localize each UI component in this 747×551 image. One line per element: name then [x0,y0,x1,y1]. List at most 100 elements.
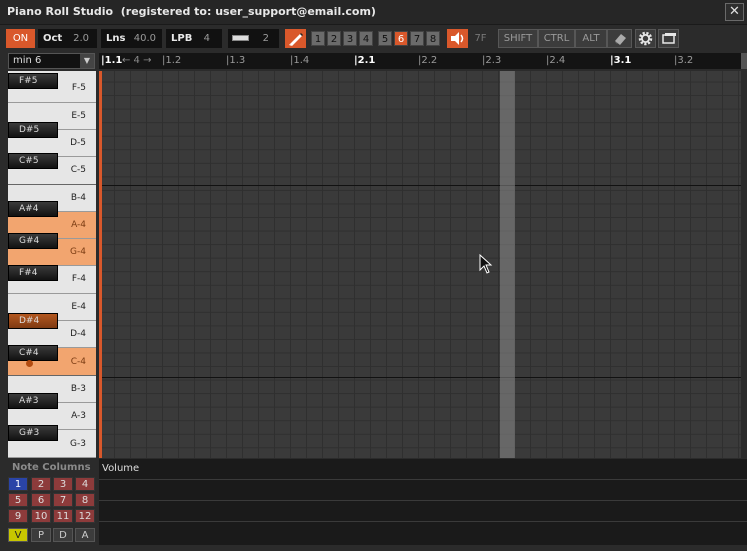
shift-modifier-button[interactable]: SHIFT [498,29,538,48]
note-column-button[interactable]: 3 [53,477,73,491]
note-column-button[interactable]: 10 [31,509,51,523]
piano-key-black[interactable]: F#5 [8,73,58,89]
note-column-button[interactable]: 4 [75,477,95,491]
pattern-number-button[interactable]: 4 [359,31,373,46]
piano-key-black[interactable]: G#3 [8,425,58,441]
loop-length-marker[interactable]: ← 4 → [122,55,151,66]
key-label: F-4 [71,274,86,284]
fx-lane-toggle[interactable]: A [75,528,95,542]
lines-value[interactable]: 40.0 [134,29,156,48]
timeline-ruler[interactable]: |1.1 ← 4 → |1.2 |1.3 |1.4 |2.1 |2.2 |2.3… [99,53,741,69]
pattern-number-button[interactable]: 1 [311,31,325,46]
pattern-number-button-active[interactable]: 6 [394,31,408,46]
note-column-button[interactable]: 6 [31,493,51,507]
edit-position-column [500,71,515,458]
key-label: F#5 [19,76,38,86]
key-label: C-5 [70,165,86,175]
ruler-mark: |3.2 [674,55,694,66]
lane-title: Volume [102,463,140,474]
piano-key-black[interactable]: C#5 [8,153,58,169]
key-label: B-3 [70,384,86,394]
key-label: A-3 [71,411,86,421]
note-column-button[interactable]: 7 [53,493,73,507]
octave-label: Oct [43,33,63,44]
piano-key-black[interactable]: F#4 [8,265,58,281]
pattern-number-button[interactable]: 3 [343,31,357,46]
piano-keyboard[interactable]: F-5 E-5 D-5 C-5 B-4 A-4 G-4 F-4 E-4 D-4 … [8,71,96,458]
piano-key-black[interactable]: A#3 [8,393,58,409]
window-title: Piano Roll Studio (registered to: user_s… [7,5,376,18]
piano-key-black[interactable]: C#4 [8,345,58,361]
panning-lane-toggle[interactable]: P [31,528,51,542]
settings-button[interactable] [635,29,656,48]
lines-label: Lns [106,33,126,44]
playhead[interactable] [99,71,102,458]
key-label: D-4 [70,329,86,339]
ruler-mark: |1.2 [162,55,182,66]
key-label: C#5 [19,156,39,166]
key-label: A#4 [19,204,39,214]
automation-lane[interactable]: Volume [99,459,747,545]
lpb-control[interactable]: LPB 4 [166,29,222,48]
lane-divider [99,479,747,480]
piano-key-black-active[interactable]: D#4 [8,313,58,329]
scale-select-value: min 6 [13,55,42,66]
ctrl-modifier-button[interactable]: CTRL [538,29,575,48]
scale-select[interactable]: min 6 ▼ [8,53,95,69]
pattern-number-button[interactable]: 8 [426,31,440,46]
note-column-button[interactable]: 2 [31,477,51,491]
ruler-mark: |3.1 [610,55,632,66]
octave-control[interactable]: Oct 2.0 [38,29,97,48]
key-label: C#4 [19,348,39,358]
key-label: G#4 [19,236,40,246]
key-label: G#3 [19,428,40,438]
lines-control[interactable]: Lns 40.0 [101,29,162,48]
key-label: A-4 [71,220,86,230]
key-label: G-3 [70,439,86,449]
step-length-control[interactable]: 2 [228,29,279,48]
ruler-mark: |1.3 [226,55,246,66]
ruler-mark: |2.3 [482,55,502,66]
ruler-scrollbar[interactable] [741,53,747,69]
undock-window-button[interactable] [658,29,679,48]
pattern-number-button[interactable]: 7 [410,31,424,46]
eraser-icon [614,34,626,45]
octave-value[interactable]: 2.0 [73,29,89,48]
key-label: E-4 [71,302,86,312]
velocity-value[interactable]: 7F [470,29,491,48]
delay-lane-toggle[interactable]: D [53,528,73,542]
eraser-button[interactable] [607,29,632,48]
chevron-down-icon: ▼ [80,54,94,68]
note-grid[interactable] [99,71,741,458]
alt-modifier-button[interactable]: ALT [575,29,607,48]
key-label: B-4 [70,193,86,203]
gear-icon [638,31,653,46]
note-column-button[interactable]: 8 [75,493,95,507]
note-column-button[interactable]: 12 [75,509,95,523]
note-column-button[interactable]: 9 [8,509,28,523]
grid-scrollbar[interactable] [741,71,747,458]
pattern-number-button[interactable]: 2 [327,31,341,46]
close-icon: ✕ [729,4,740,19]
pattern-number-button[interactable]: 5 [378,31,392,46]
on-toggle-button[interactable]: ON [6,29,35,48]
audition-toggle-button[interactable] [447,29,468,48]
lane-divider [99,521,747,522]
piano-key-black[interactable]: A#4 [8,201,58,217]
ruler-mark: |2.1 [354,55,376,66]
ruler-mark: |1.1 [101,55,123,66]
step-length-value[interactable]: 2 [263,29,269,48]
key-label: C-4 [70,357,86,367]
draw-tool-button[interactable] [285,29,306,48]
note-column-button[interactable]: 11 [53,509,73,523]
volume-lane-toggle[interactable]: V [8,528,28,542]
piano-key-black[interactable]: G#4 [8,233,58,249]
key-label: D#4 [19,316,40,326]
octave-divider [99,185,741,186]
note-column-button-active[interactable]: 1 [8,477,28,491]
note-column-button[interactable]: 5 [8,493,28,507]
close-button[interactable]: ✕ [725,3,744,21]
piano-key-black[interactable]: D#5 [8,122,58,138]
key-label: F-5 [71,83,86,93]
lpb-value[interactable]: 4 [204,29,210,48]
